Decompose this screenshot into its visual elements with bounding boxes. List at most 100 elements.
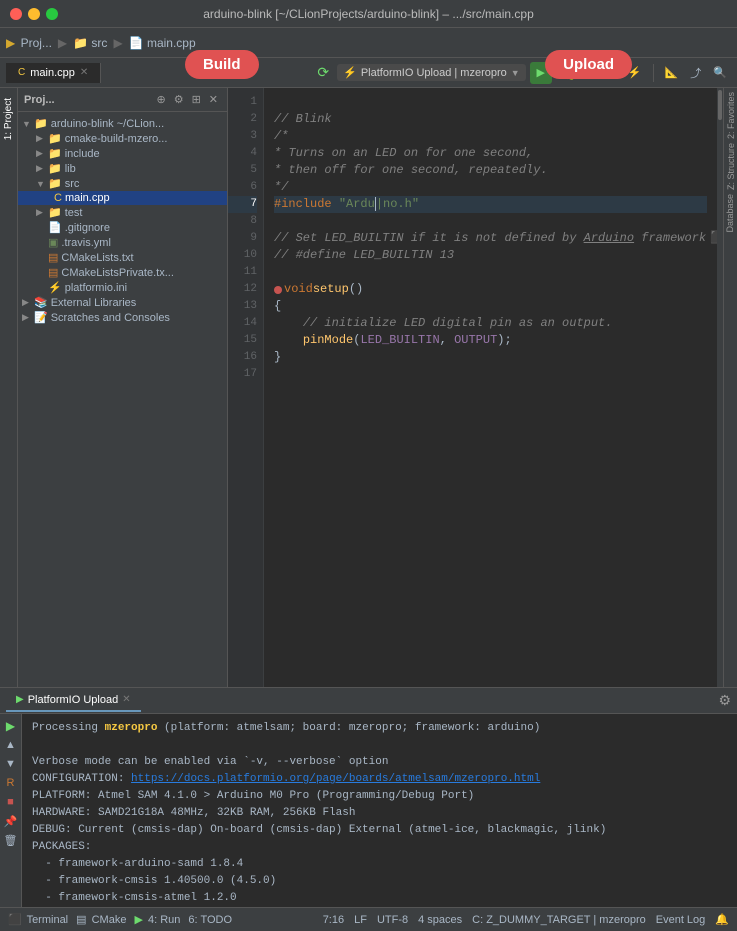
code-line-6: */ bbox=[274, 179, 707, 196]
run-status-btn[interactable]: ▶ 4: Run bbox=[134, 913, 180, 926]
line-ending[interactable]: LF bbox=[354, 914, 367, 926]
tree-item-root[interactable]: ▼ 📁 arduino-blink ~/CLion... bbox=[18, 116, 227, 131]
close-button[interactable] bbox=[10, 8, 22, 20]
file-tree-content: ▼ 📁 arduino-blink ~/CLion... ▶ 📁 cmake-b… bbox=[18, 112, 227, 687]
tree-item-cmakelists-private[interactable]: ▤ CMakeListsPrivate.tx... bbox=[18, 265, 227, 280]
folder-icon: 📁 bbox=[48, 162, 62, 175]
cmake-icon-small: ▤ bbox=[76, 914, 86, 926]
structure-panel: Z: Structure bbox=[723, 139, 737, 190]
run-stop-btn[interactable]: ■ bbox=[3, 794, 19, 810]
tree-item-gitignore[interactable]: 📄 .gitignore bbox=[18, 220, 227, 235]
collapse-all-btn[interactable]: ⊕ bbox=[153, 92, 168, 107]
run-clear-btn[interactable]: 🗑 bbox=[3, 832, 19, 848]
todo-status-btn[interactable]: 6: TODO bbox=[188, 914, 232, 926]
event-log-btn[interactable]: Event Log bbox=[656, 914, 706, 926]
editor-tab-main-cpp[interactable]: C main.cpp ✕ bbox=[6, 63, 101, 83]
cmake-status-btn[interactable]: ▤ CMake bbox=[76, 913, 126, 926]
breadcrumb-file[interactable]: 📄 main.cpp bbox=[129, 36, 196, 50]
run-toolbar: ▶ ▲ ▼ R ■ 📌 🗑 bbox=[0, 714, 22, 907]
bottom-panel: ▶ PlatformIO Upload ✕ ⚙ ▶ ▲ ▼ R ■ 📌 🗑 Pr… bbox=[0, 687, 737, 907]
run-tab-icon: ▶ bbox=[16, 694, 24, 705]
run-tab[interactable]: ▶ PlatformIO Upload ✕ bbox=[6, 690, 141, 712]
folder-icon: 📁 bbox=[48, 132, 62, 145]
breadcrumb-project[interactable]: ▶ Proj... bbox=[6, 36, 52, 50]
cursor-position[interactable]: 7:16 bbox=[323, 914, 344, 926]
code-line-13: { bbox=[274, 298, 707, 315]
run-line-1: Processing mzeropro (platform: atmelsam;… bbox=[32, 720, 727, 737]
favorites-label[interactable]: 2: Favorites bbox=[726, 92, 736, 139]
scratches-icon: 📝 bbox=[34, 311, 48, 324]
sidebar-item-project[interactable]: 1: Project bbox=[1, 92, 16, 146]
tab-close-icon[interactable]: ✕ bbox=[80, 67, 88, 78]
line-numbers: 1 2 3 4 5 6 7 8 9 10 11 12 13 14 15 16 1… bbox=[228, 88, 264, 687]
code-line-1 bbox=[274, 94, 707, 111]
platformio-build-btn[interactable]: ⟳ bbox=[313, 62, 333, 83]
profile-button[interactable]: ⏱ bbox=[603, 64, 620, 81]
tree-item-src[interactable]: ▼ 📁 src bbox=[18, 176, 227, 191]
run-output: Processing mzeropro (platform: atmelsam;… bbox=[22, 714, 737, 907]
minimize-button[interactable] bbox=[28, 8, 40, 20]
code-line-5: * then off for one second, repeatedly. bbox=[274, 162, 707, 179]
close-panel-btn[interactable]: ✕ bbox=[206, 92, 221, 107]
main-toolbar: ▶ Proj... ▶ 📁 src ▶ 📄 main.cpp bbox=[0, 28, 737, 58]
run-restart-btn[interactable]: R bbox=[3, 775, 19, 791]
scroll-from-source-btn[interactable]: ⊞ bbox=[189, 92, 204, 107]
tree-item-main-cpp[interactable]: C main.cpp bbox=[18, 191, 227, 205]
tree-item-travis[interactable]: ▣ .travis.yml bbox=[18, 235, 227, 250]
cmake-toolbar-btn[interactable]: 📐 bbox=[661, 64, 683, 81]
code-area: 1 2 3 4 5 6 7 8 9 10 11 12 13 14 15 16 1… bbox=[228, 88, 723, 687]
tree-item-test[interactable]: ▶ 📁 test bbox=[18, 205, 227, 220]
run-scroll-up-btn[interactable]: ▲ bbox=[3, 737, 19, 753]
folder-icon: 📁 bbox=[34, 117, 48, 130]
bottom-settings-btn[interactable]: ⚙ bbox=[718, 692, 731, 709]
code-content[interactable]: // Blink /* * Turns on an LED on for one… bbox=[264, 88, 717, 687]
run-pin-btn[interactable]: 📌 bbox=[3, 813, 19, 829]
coverage-button[interactable]: ◉ bbox=[582, 64, 600, 81]
config-link[interactable]: https://docs.platformio.org/page/boards/… bbox=[131, 773, 540, 785]
editor-scrollbar[interactable] bbox=[717, 88, 723, 687]
file-icon: 📄 bbox=[48, 221, 62, 234]
chevron-down-icon: ▼ bbox=[511, 68, 520, 78]
run-line-7: DEBUG: Current (cmsis-dap) On-board (cms… bbox=[32, 822, 727, 839]
cmake-icon: ▤ bbox=[48, 251, 58, 264]
tree-item-lib[interactable]: ▶ 📁 lib bbox=[18, 161, 227, 176]
tree-item-scratches[interactable]: ▶ 📝 Scratches and Consoles bbox=[18, 310, 227, 325]
encoding[interactable]: UTF-8 bbox=[377, 914, 408, 926]
run-button[interactable]: ▶ bbox=[530, 62, 552, 84]
tree-item-platformio-ini[interactable]: ⚡ platformio.ini bbox=[18, 280, 227, 295]
git-btn[interactable]: ⤴ bbox=[686, 63, 705, 83]
run-play-btn[interactable]: ▶ bbox=[3, 718, 19, 734]
tree-item-cmakelists[interactable]: ▤ CMakeLists.txt bbox=[18, 250, 227, 265]
run-tab-close[interactable]: ✕ bbox=[122, 694, 130, 705]
status-left: ⬛ Terminal ▤ CMake ▶ 4: Run 6: TODO bbox=[8, 913, 232, 926]
run-config-selector[interactable]: ⚡ PlatformIO Upload | mzeropro ▼ bbox=[337, 64, 526, 81]
settings-btn[interactable]: ⚙ bbox=[171, 92, 187, 107]
code-line-14: // initialize LED digital pin as an outp… bbox=[274, 315, 707, 332]
run-scroll-down-btn[interactable]: ▼ bbox=[3, 756, 19, 772]
terminal-status-btn[interactable]: ⬛ Terminal bbox=[8, 913, 68, 926]
code-line-8 bbox=[274, 213, 707, 230]
right-panels: 2: Favorites Z: Structure Database bbox=[723, 88, 737, 687]
maximize-button[interactable] bbox=[46, 8, 58, 20]
platformio-icon: ⚡ bbox=[343, 66, 357, 79]
editor-toolbar: C main.cpp ✕ ⟳ ⚡ PlatformIO Upload | mze… bbox=[0, 58, 737, 88]
tree-item-ext-libs[interactable]: ▶ 📚 External Libraries bbox=[18, 295, 227, 310]
breadcrumb-src[interactable]: 📁 src bbox=[73, 36, 107, 50]
notifications-icon[interactable]: 🔔 bbox=[715, 913, 729, 926]
run-icon-small: ▶ bbox=[134, 914, 142, 926]
database-label[interactable]: Database bbox=[724, 190, 736, 237]
code-line-10: // #define LED_BUILTIN 13 bbox=[274, 247, 707, 264]
file-tree-actions: ⊕ ⚙ ⊞ ✕ bbox=[153, 92, 221, 107]
left-side-tabs: 1: Project bbox=[0, 88, 18, 687]
indent-info[interactable]: 4 spaces bbox=[418, 914, 462, 926]
structure-label[interactable]: Z: Structure bbox=[726, 143, 736, 190]
search-toolbar-btn[interactable]: 🔍 bbox=[709, 64, 731, 81]
tree-item-cmake-build[interactable]: ▶ 📁 cmake-build-mzero... bbox=[18, 131, 227, 146]
target-info[interactable]: C: Z_DUMMY_TARGET | mzeropro bbox=[472, 914, 646, 926]
sync-button[interactable]: ⚡ bbox=[624, 64, 646, 81]
window-controls bbox=[10, 8, 58, 20]
run-line-4: CONFIGURATION: https://docs.platformio.o… bbox=[32, 771, 727, 788]
debug-button[interactable]: 🐛 bbox=[556, 62, 578, 84]
tree-item-include[interactable]: ▶ 📁 include bbox=[18, 146, 227, 161]
folder-icon: 📁 bbox=[48, 206, 62, 219]
